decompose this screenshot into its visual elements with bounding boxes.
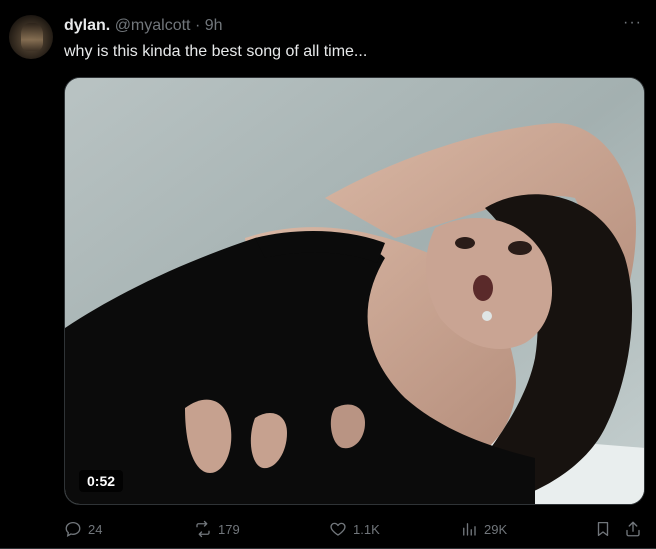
heart-icon [330,522,346,536]
analytics-icon [463,523,476,536]
tweet[interactable]: dylan. @myalcott · 9h ··· why is this ki… [0,0,656,549]
video-player[interactable]: 0:52 [64,77,645,505]
reply-button[interactable]: 24 [64,520,102,538]
tweet-header: dylan. @myalcott · 9h [64,16,223,36]
tweet-text: why is this kinda the best song of all t… [64,43,368,60]
repost-icon [196,520,210,538]
reply-count: 24 [88,521,103,537]
timestamp[interactable]: 9h [205,17,223,34]
bookmark-button[interactable] [594,520,612,538]
display-name[interactable]: dylan. [64,17,110,34]
bookmark-icon [597,521,609,537]
like-button[interactable]: 1.1K [329,520,380,538]
user-handle[interactable]: @myalcott [115,17,191,34]
view-count: 29K [484,521,508,537]
more-options-icon[interactable]: ··· [623,14,642,32]
share-icon [626,521,640,537]
share-button[interactable] [624,520,642,538]
separator-dot: · [194,17,201,34]
repost-count: 179 [218,521,240,537]
repost-button[interactable]: 179 [194,520,240,538]
avatar[interactable] [9,15,53,59]
video-thumbnail [65,78,644,504]
action-bar: 24 179 1.1K 29K [64,520,645,542]
reply-icon [65,521,81,537]
video-duration-badge: 0:52 [79,470,124,492]
views-button[interactable]: 29K [460,520,507,538]
like-count: 1.1K [353,521,380,537]
